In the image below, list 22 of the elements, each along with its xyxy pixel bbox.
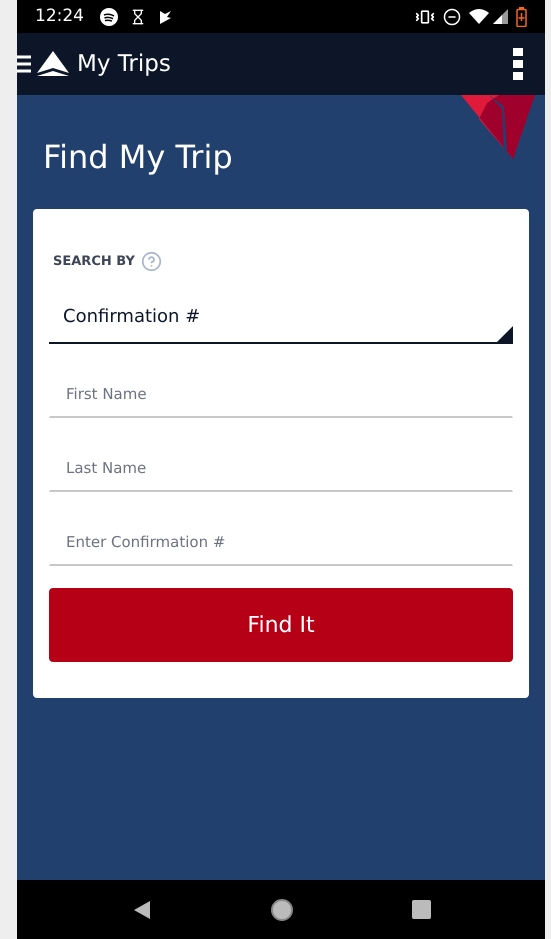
find-it-button[interactable]: Find It <box>49 588 513 662</box>
signal-icon <box>493 9 508 24</box>
menu-icon[interactable] <box>17 54 31 74</box>
search-by-label: SEARCH BY <box>53 252 135 271</box>
wifi-icon <box>469 8 489 24</box>
do-not-disturb-icon <box>443 8 461 26</box>
home-icon[interactable] <box>270 898 294 922</box>
app-title: My Trips <box>77 50 171 79</box>
text-field[interactable]: Enter Confirmation # <box>49 520 513 566</box>
dropdown-corner-icon <box>497 326 513 342</box>
text-field[interactable]: Last Name <box>49 446 513 492</box>
text-field[interactable]: First Name <box>49 372 513 418</box>
more-options-icon[interactable] <box>513 48 523 80</box>
hourglass-icon <box>130 8 146 24</box>
recents-icon[interactable] <box>412 900 430 919</box>
search-by-dropdown[interactable]: Confirmation # <box>49 298 513 344</box>
page-heading: Find My Trip <box>43 141 234 173</box>
music-app-icon <box>100 8 118 26</box>
status-time: 12:24 <box>35 4 84 28</box>
back-icon[interactable] <box>132 900 152 920</box>
battery-icon <box>516 6 527 26</box>
triangle-logo-icon <box>37 51 69 77</box>
